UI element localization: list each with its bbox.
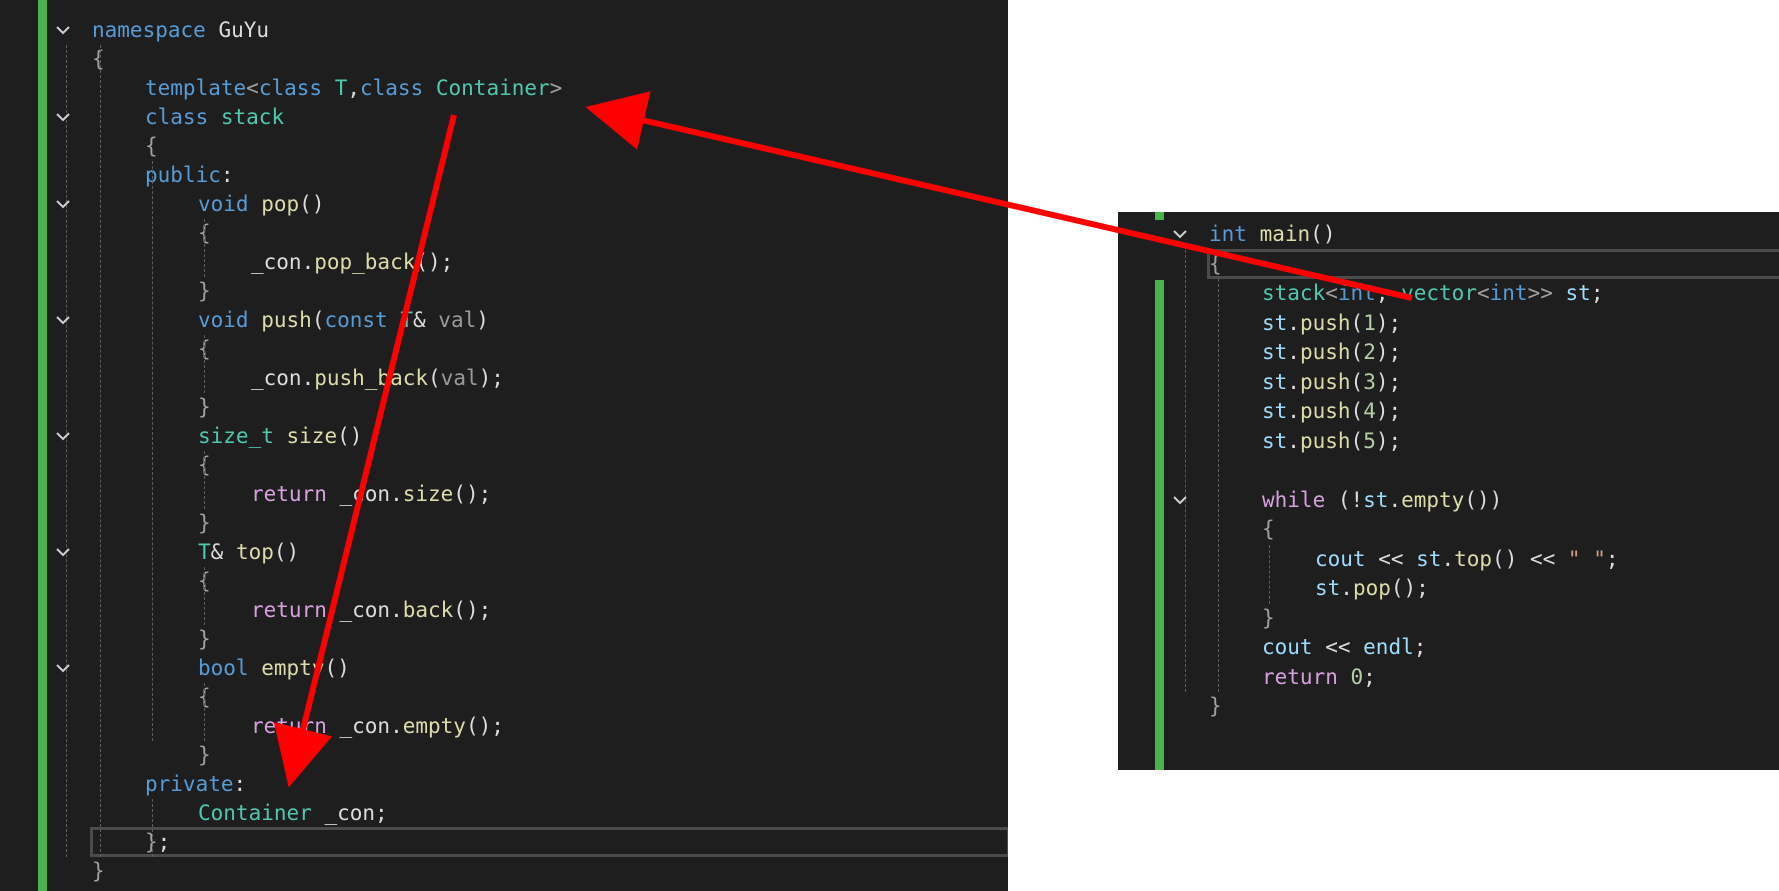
annotation-arrows <box>273 91 1413 788</box>
arrow-icon <box>273 114 457 788</box>
arrow-icon <box>585 91 1413 301</box>
